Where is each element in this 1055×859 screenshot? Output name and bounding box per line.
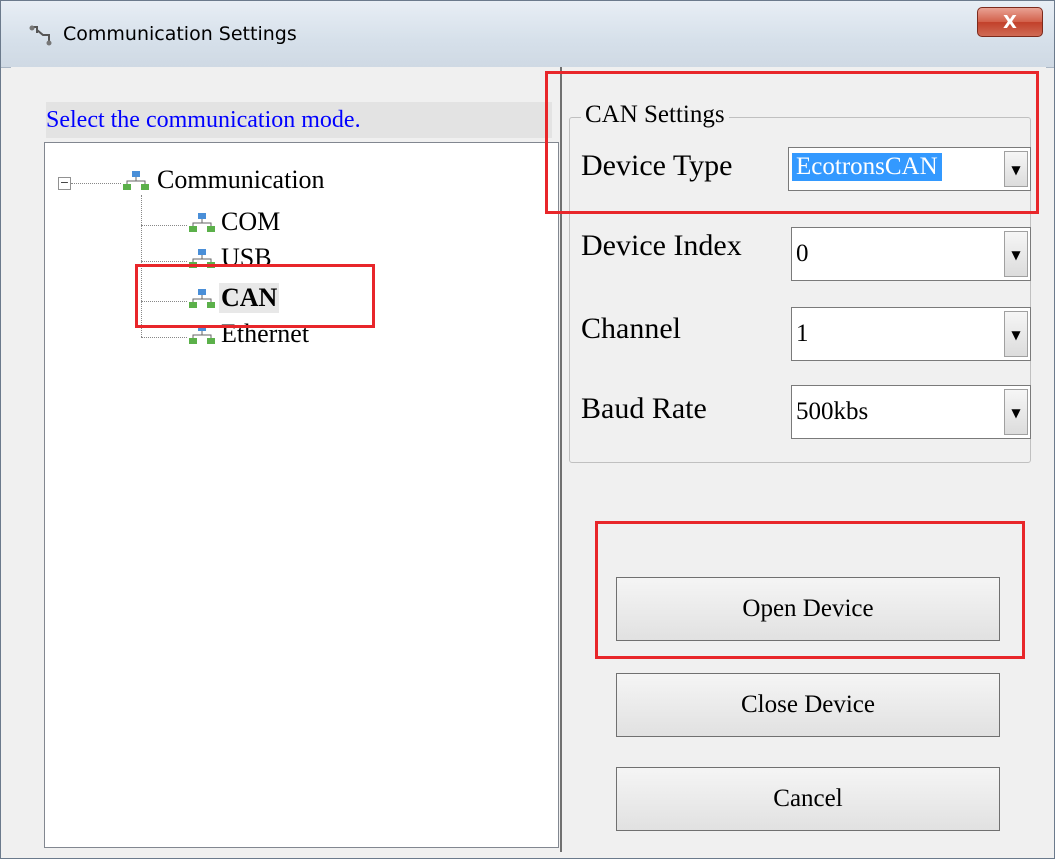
cancel-button[interactable]: Cancel (616, 767, 1000, 831)
annotation-box-device-type (545, 71, 1039, 214)
baud-rate-value: 500kbs (796, 398, 869, 425)
device-index-value: 0 (796, 240, 809, 267)
baud-rate-select[interactable]: 500kbs ▼ (791, 385, 1031, 439)
device-index-label: Device Index (581, 229, 742, 262)
chevron-down-icon[interactable]: ▼ (1004, 389, 1028, 435)
chevron-down-icon[interactable]: ▼ (1004, 311, 1028, 357)
window-title: Communication Settings (63, 23, 297, 45)
network-icon (189, 213, 215, 232)
close-device-button[interactable]: Close Device (616, 673, 1000, 737)
device-index-select[interactable]: 0 ▼ (791, 227, 1031, 281)
annotation-box-can-node (135, 264, 375, 328)
annotation-box-open-device (595, 521, 1025, 659)
communication-app-icon (29, 25, 52, 46)
tree-node-label: Communication (157, 165, 325, 194)
mode-instruction-label: Select the communication mode. (46, 102, 552, 138)
baud-rate-label: Baud Rate (581, 392, 707, 425)
title-bar[interactable]: Communication Settings X (1, 1, 1054, 68)
channel-select[interactable]: 1 ▼ (791, 307, 1031, 361)
channel-label: Channel (581, 312, 681, 345)
chevron-down-icon[interactable]: ▼ (1004, 231, 1028, 277)
network-icon (123, 171, 149, 190)
collapse-icon[interactable]: − (58, 177, 71, 190)
channel-value: 1 (796, 320, 809, 347)
communication-settings-window: Communication Settings X Select the comm… (0, 0, 1055, 859)
mode-panel: Select the communication mode. − Communi… (36, 94, 559, 852)
tree-node-label: COM (221, 207, 281, 236)
close-window-button[interactable]: X (977, 7, 1043, 37)
communication-tree[interactable]: − Communication COM USB CAN Ethernet (44, 142, 559, 848)
